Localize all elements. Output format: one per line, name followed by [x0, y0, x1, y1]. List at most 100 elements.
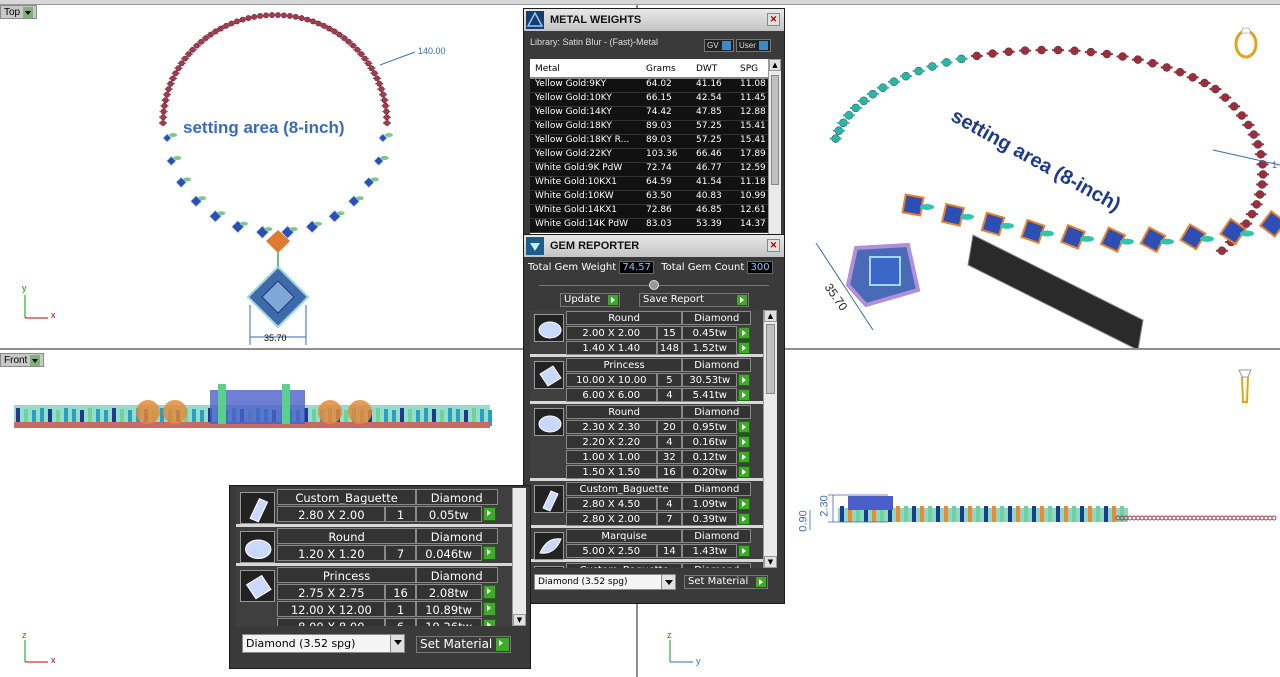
- gem-shape-thumbnail[interactable]: [534, 566, 564, 568]
- select-gems-button[interactable]: [738, 327, 751, 339]
- scroll-up-icon[interactable]: ▲: [769, 59, 781, 71]
- user-toggle[interactable]: User: [736, 39, 771, 52]
- gem-shape-thumbnail[interactable]: [534, 532, 564, 560]
- select-gems-button[interactable]: [738, 498, 751, 510]
- gem-shape-name: Custom_Baguette: [277, 489, 416, 506]
- metal-cell: 42.54: [696, 93, 722, 103]
- metal-row[interactable]: White Gold:14KX1 72.86 46.85 12.61: [530, 205, 779, 219]
- setting-area-label: setting area (8-inch): [183, 118, 345, 137]
- gem-group[interactable]: Custom_Baguette Diamond 2.80 X 4.50 4 1.09tw…: [530, 481, 763, 528]
- metal-weights-title: METAL WEIGHTS: [550, 14, 642, 26]
- select-gems-button[interactable]: [738, 389, 751, 401]
- select-gems-button[interactable]: [482, 602, 497, 617]
- close-icon[interactable]: ✕: [767, 239, 780, 252]
- gv-toggle[interactable]: GV: [704, 39, 734, 52]
- gem-reporter-titlebar[interactable]: GEM REPORTER ✕: [524, 235, 784, 257]
- select-gems-button[interactable]: [482, 546, 497, 560]
- metal-cell: 89.03: [646, 121, 672, 131]
- select-gems-button[interactable]: [738, 545, 751, 557]
- metal-library-label: Library: Satin Blur - (Fast)-Metal: [530, 37, 659, 47]
- column-header[interactable]: DWT: [691, 59, 735, 77]
- chevron-down-icon[interactable]: [390, 635, 404, 652]
- metal-row[interactable]: Yellow Gold:18KY R... 89.03 57.25 15.41: [530, 135, 779, 149]
- select-gems-button[interactable]: [482, 507, 497, 521]
- select-gems-button[interactable]: [482, 585, 497, 600]
- metal-cell: 63.50: [646, 191, 672, 201]
- viewport-top-label[interactable]: Top: [0, 5, 38, 19]
- select-gems-button[interactable]: [738, 374, 751, 386]
- set-material-button[interactable]: Set Material: [416, 636, 511, 653]
- gem-list-zoom[interactable]: Custom_Baguette Diamond 2.80 X 2.00 1 0.05tw…: [236, 488, 512, 626]
- gem-group[interactable]: Custom_Baguette Diamond 2.80 X 2.00 1 0.05tw: [236, 488, 512, 528]
- metal-row[interactable]: White Gold:9K PdW 72.74 46.77 12.59: [530, 163, 779, 177]
- pendant-icon: [1238, 369, 1252, 403]
- gem-list[interactable]: Round Diamond 2.00 X 2.00 15 0.45tw 1.40 X 1.…: [530, 310, 763, 568]
- chevron-down-icon[interactable]: [661, 575, 675, 589]
- scroll-down-icon[interactable]: ▼: [513, 614, 526, 626]
- gem-material-name: Diamond: [415, 489, 498, 506]
- column-header[interactable]: Metal: [530, 59, 641, 77]
- metal-table[interactable]: Metal Grams DWT SPG Yellow Gold:9KY 64.02…: [530, 59, 779, 239]
- metal-row[interactable]: White Gold:10KX1 64.59 41.54 11.18: [530, 177, 779, 191]
- gem-reporter-panel[interactable]: GEM REPORTER ✕ Total Gem Weight 74.57 To…: [523, 234, 785, 604]
- select-gems-button[interactable]: [738, 513, 751, 525]
- gem-shape-thumbnail[interactable]: [534, 314, 564, 342]
- gem-group[interactable]: Princess Diamond 2.75 X 2.75 16 2.08tw 12.00 …: [236, 566, 512, 626]
- metal-row[interactable]: Yellow Gold:18KY 89.03 57.25 15.41: [530, 121, 779, 135]
- gem-shape-thumbnail[interactable]: [534, 485, 564, 513]
- viewport-front-label[interactable]: Front: [0, 353, 45, 367]
- gem-shape-name: Round: [566, 311, 683, 325]
- gem-divider-knob[interactable]: [649, 280, 659, 290]
- metal-row[interactable]: Yellow Gold:9KY 64.02 41.16 11.08: [530, 79, 779, 93]
- select-gems-button[interactable]: [738, 466, 751, 478]
- material-select[interactable]: Diamond (3.52 spg): [242, 634, 405, 653]
- gem-shape-thumbnail[interactable]: [240, 531, 275, 564]
- gem-list-zoom-scrollbar[interactable]: ▼: [512, 488, 526, 626]
- save-report-button[interactable]: Save Report: [639, 293, 749, 307]
- metal-weights-titlebar[interactable]: METAL WEIGHTS ✕: [524, 9, 784, 31]
- column-header[interactable]: Grams: [641, 59, 691, 77]
- set-material-button[interactable]: Set Material: [684, 575, 768, 589]
- metal-weights-panel[interactable]: METAL WEIGHTS ✕ Library: Satin Blur - (F…: [523, 8, 785, 241]
- metal-row[interactable]: Yellow Gold:10KY 66.15 42.54 11.45: [530, 93, 779, 107]
- metal-row[interactable]: Yellow Gold:14KY 74.42 47.85 12.88: [530, 107, 779, 121]
- select-gems-button[interactable]: [738, 342, 751, 354]
- scroll-down-icon[interactable]: ▼: [764, 556, 777, 568]
- metal-cell: 72.74: [646, 163, 672, 173]
- metal-cell: 64.02: [646, 79, 672, 89]
- metal-row[interactable]: White Gold:14K PdW 83.03 53.39 14.37: [530, 219, 779, 233]
- metal-cell: White Gold:14KX1: [535, 205, 618, 215]
- gem-group[interactable]: Custom_BaguetteDiamond: [530, 562, 763, 568]
- gem-size: 2.30 X 2.30: [566, 420, 657, 434]
- close-icon[interactable]: ✕: [767, 13, 780, 26]
- material-select[interactable]: Diamond (3.52 spg): [534, 574, 676, 590]
- scroll-up-icon[interactable]: ▲: [764, 310, 777, 322]
- gem-list-scrollbar[interactable]: ▲ ▼: [763, 310, 777, 568]
- gem-group[interactable]: Round Diamond 2.30 X 2.30 20 0.95tw 2.20 X 2.…: [530, 404, 763, 481]
- gem-group[interactable]: Round Diamond 2.00 X 2.00 15 0.45tw 1.40 X 1.…: [530, 310, 763, 357]
- chevron-down-icon[interactable]: [23, 7, 34, 18]
- gem-shape-thumbnail[interactable]: [534, 408, 564, 436]
- metal-row[interactable]: White Gold:10KW 63.50 40.83 10.99: [530, 191, 779, 205]
- metal-row[interactable]: Yellow Gold:22KY 103.36 66.46 17.89: [530, 149, 779, 163]
- scrollbar-thumb[interactable]: [766, 324, 775, 394]
- metal-cell: 66.15: [646, 93, 672, 103]
- metal-table-scrollbar[interactable]: ▲: [768, 59, 781, 239]
- gem-shape-thumbnail[interactable]: [240, 492, 275, 525]
- gem-count: 32: [656, 450, 683, 464]
- gem-group[interactable]: Princess Diamond 10.00 X 10.00 5 30.53tw 6.00…: [530, 357, 763, 404]
- gem-size: 2.20 X 2.20: [566, 435, 657, 449]
- select-gems-button[interactable]: [738, 436, 751, 448]
- update-button[interactable]: Update: [560, 293, 620, 307]
- scrollbar-thumb[interactable]: [771, 75, 779, 185]
- total-gem-count-value: 300: [747, 261, 773, 274]
- select-gems-button[interactable]: [738, 451, 751, 463]
- gem-group[interactable]: Marquise Diamond 5.00 X 2.50 14 1.43tw: [530, 528, 763, 562]
- select-gems-button[interactable]: [738, 421, 751, 433]
- gem-shape-thumbnail[interactable]: [240, 570, 275, 603]
- chevron-down-icon[interactable]: [30, 355, 41, 366]
- gem-group[interactable]: Round Diamond 1.20 X 1.20 7 0.046tw: [236, 527, 512, 567]
- select-gems-button[interactable]: [482, 619, 497, 626]
- gem-reporter-zoom-panel[interactable]: Custom_Baguette Diamond 2.80 X 2.00 1 0.05tw…: [229, 485, 531, 669]
- gem-shape-thumbnail[interactable]: [534, 361, 564, 389]
